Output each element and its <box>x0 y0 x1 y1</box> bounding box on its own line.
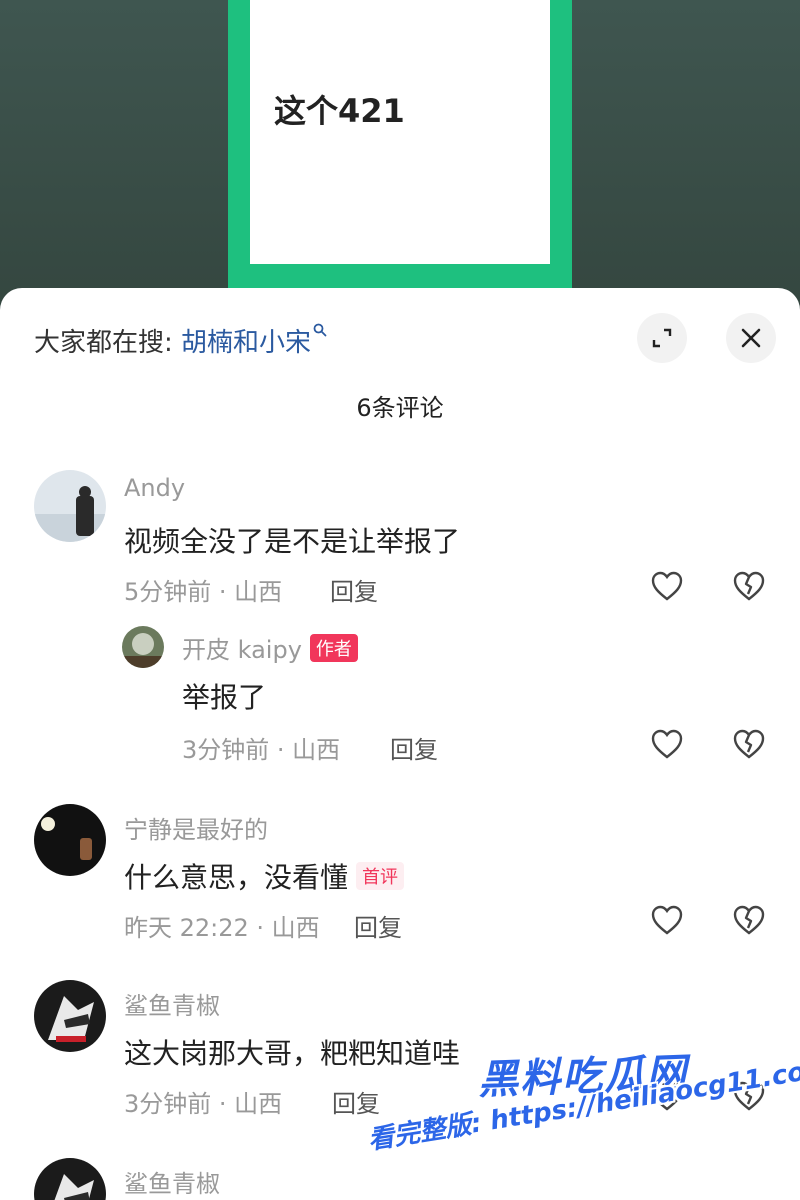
first-comment-badge: 首评 <box>356 862 405 890</box>
avatar[interactable] <box>34 980 106 1052</box>
avatar[interactable] <box>34 804 106 876</box>
expand-icon <box>652 328 672 348</box>
trending-search[interactable]: 大家都在搜: 胡楠和小宋 <box>34 322 327 359</box>
heart-icon[interactable] <box>650 728 684 760</box>
comment-text: 举报了 <box>182 681 267 714</box>
reply-item: 开皮 kaipy 作者 举报了 3分钟前 · 山西 回复 <box>0 626 800 776</box>
comment-username[interactable]: 宁静是最好的 <box>124 810 268 845</box>
reply-button[interactable]: 回复 <box>330 572 378 607</box>
avatar[interactable] <box>122 626 164 668</box>
comment-text: 什么意思，没看懂 首评 <box>124 856 405 896</box>
video-frame: 这个421 <box>228 0 572 300</box>
search-term-link[interactable]: 胡楠和小宋 <box>181 328 311 358</box>
comment-item: 鲨鱼青椒 <box>0 1158 800 1200</box>
reply-button[interactable]: 回复 <box>390 730 438 765</box>
close-button[interactable] <box>726 313 776 363</box>
reply-button[interactable]: 回复 <box>332 1084 380 1119</box>
comment-username[interactable]: 开皮 kaipy 作者 <box>182 630 358 665</box>
comment-text-body: 什么意思，没看懂 <box>124 861 349 894</box>
avatar[interactable] <box>34 470 106 542</box>
sheet-header: 大家都在搜: 胡楠和小宋 <box>0 288 800 368</box>
broken-heart-icon[interactable] <box>732 728 766 760</box>
comment-item: Andy 视频全没了是不是让举报了 5分钟前 · 山西 回复 <box>0 470 800 620</box>
comment-count: 6条评论 <box>356 394 444 422</box>
broken-heart-icon[interactable] <box>732 904 766 936</box>
comment-username[interactable]: 鲨鱼青椒 <box>124 1164 220 1199</box>
search-prefix: 大家都在搜: <box>34 328 182 358</box>
video-caption: 这个421 <box>274 92 405 130</box>
avatar[interactable] <box>34 1158 106 1200</box>
username-text: 开皮 kaipy <box>182 636 302 664</box>
comment-meta: 3分钟前 · 山西 <box>182 736 341 764</box>
comment-meta: 5分钟前 · 山西 <box>124 578 283 606</box>
heart-icon[interactable] <box>650 570 684 602</box>
comment-meta: 昨天 22:22 · 山西 <box>124 914 320 942</box>
reply-button[interactable]: 回复 <box>354 908 402 943</box>
close-icon <box>741 328 761 348</box>
search-icon <box>313 323 327 337</box>
comment-item: 宁静是最好的 什么意思，没看懂 首评 昨天 22:22 · 山西 回复 <box>0 804 800 954</box>
author-badge: 作者 <box>309 634 358 662</box>
heart-icon[interactable] <box>650 904 684 936</box>
expand-button[interactable] <box>637 313 687 363</box>
comment-username[interactable]: 鲨鱼青椒 <box>124 986 220 1021</box>
comment-username[interactable]: Andy <box>124 474 185 502</box>
broken-heart-icon[interactable] <box>732 570 766 602</box>
comment-text: 视频全没了是不是让举报了 <box>124 525 461 558</box>
video-background[interactable]: 这个421 <box>0 0 800 320</box>
video-card: 这个421 <box>250 0 550 264</box>
comment-text: 这大岗那大哥，粑粑知道哇 <box>124 1037 461 1070</box>
comment-meta: 3分钟前 · 山西 <box>124 1090 283 1118</box>
